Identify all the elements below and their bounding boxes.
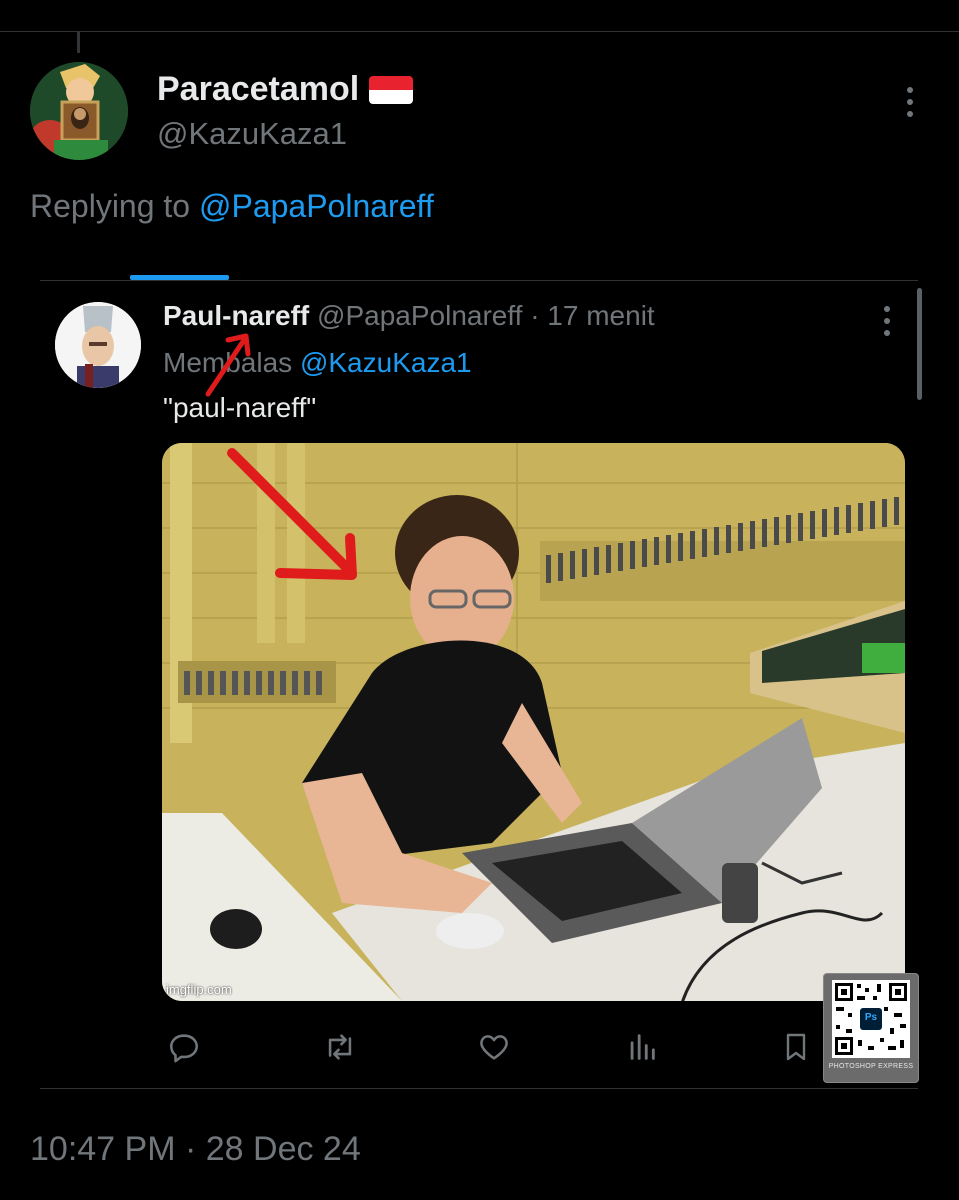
author-avatar[interactable] <box>30 62 128 160</box>
tweet-timestamp[interactable]: 10:47 PM · 28 Dec 24 <box>30 1130 361 1169</box>
author-display-name[interactable]: Paracetamol <box>157 70 414 109</box>
quoted-more-options-icon[interactable] <box>872 303 902 339</box>
tweet-action-bar <box>162 1025 822 1069</box>
author-name-text[interactable]: Paracetamol <box>157 70 359 109</box>
thread-line <box>77 31 80 53</box>
repost-icon[interactable] <box>318 1025 362 1069</box>
more-options-icon[interactable] <box>895 84 925 120</box>
replying-prefix: Replying to <box>30 188 191 224</box>
like-icon[interactable] <box>472 1025 516 1069</box>
image-watermark: imgflip.com <box>166 982 232 997</box>
author-handle[interactable]: @KazuKaza1 <box>157 116 347 152</box>
photoshop-express-qr-badge: Ps PHOTOSHOP EXPRESS <box>823 973 919 1083</box>
replying-mention-link[interactable]: @PapaPolnareff <box>199 188 434 224</box>
scrollbar[interactable] <box>917 288 922 400</box>
photoshop-app-icon: Ps <box>864 1012 878 1023</box>
quoted-replying-mention-link[interactable]: @KazuKaza1 <box>300 347 472 378</box>
quoted-handle[interactable]: @PapaPolnareff <box>317 300 522 331</box>
top-divider <box>0 31 959 32</box>
annotation-arrow-icon <box>205 333 251 397</box>
views-icon[interactable] <box>620 1025 664 1069</box>
replying-to: Replying to @PapaPolnareff <box>30 188 434 225</box>
quoted-time[interactable]: · 17 menit <box>530 300 655 331</box>
bookmark-icon[interactable] <box>774 1025 818 1069</box>
indonesia-flag-icon <box>369 75 414 104</box>
quoted-display-name[interactable]: Paul-nareff <box>163 300 309 331</box>
quoted-author-avatar[interactable] <box>55 302 141 388</box>
quoted-header: Paul-nareff @PapaPolnareff · 17 menit <box>163 300 655 332</box>
reply-icon[interactable] <box>162 1025 206 1069</box>
qr-label: PHOTOSHOP EXPRESS <box>828 1063 914 1070</box>
qr-code-icon: Ps <box>832 980 910 1058</box>
tweet-media-image[interactable] <box>162 443 905 1001</box>
